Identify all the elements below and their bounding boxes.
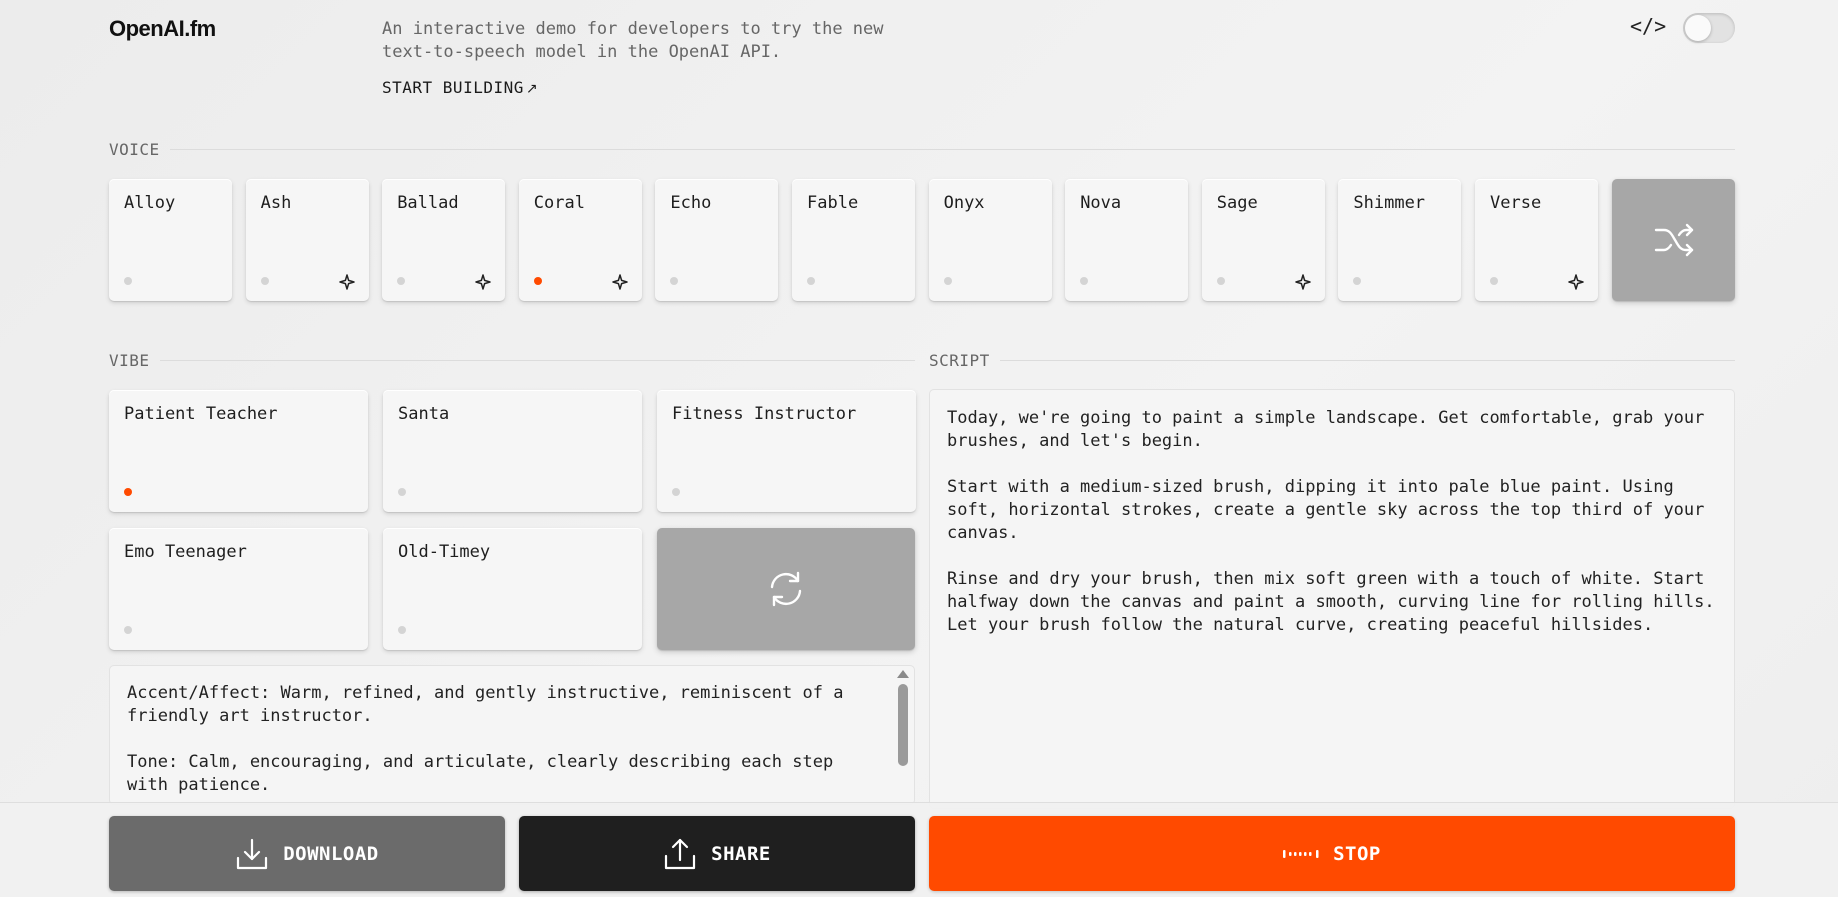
script-textarea[interactable]: Today, we're going to paint a simple lan… (929, 389, 1735, 809)
voice-card-label: Echo (670, 193, 712, 213)
selection-indicator (398, 488, 406, 496)
selection-indicator (260, 277, 269, 285)
sparkle-icon (612, 274, 628, 290)
vibe-description-scrollbar[interactable] (897, 670, 909, 790)
switch-knob (1685, 15, 1711, 41)
script-section-label: SCRIPT (929, 351, 1735, 370)
script-label: SCRIPT (929, 351, 990, 370)
selection-indicator (124, 277, 132, 285)
share-label: SHARE (711, 842, 771, 865)
shuffle-icon (1654, 223, 1693, 257)
selection-indicator (124, 488, 132, 496)
voice-card-label: Coral (533, 193, 585, 213)
voice-card-sage[interactable]: Sage (1201, 179, 1325, 301)
voice-card-verse[interactable]: Verse (1475, 179, 1598, 301)
voice-card-label: Fable (807, 193, 859, 213)
selection-indicator (1353, 277, 1362, 285)
vibe-description-line: Tone: Calm, encouraging, and articulate,… (127, 752, 834, 795)
vibe-card-santa[interactable]: Santa (383, 390, 642, 512)
download-button[interactable]: DOWNLOAD (109, 816, 505, 891)
script-paragraph: Start with a medium-sized brush, dipping… (947, 477, 1705, 543)
selection-indicator (807, 277, 815, 285)
selection-indicator (124, 626, 132, 634)
scroll-up-arrow-icon[interactable] (897, 670, 909, 678)
script-paragraph: Today, we're going to paint a simple lan… (947, 408, 1705, 451)
selection-indicator (1490, 277, 1498, 285)
vibe-card-label: Santa (398, 404, 450, 424)
app-logo[interactable]: OpenAI.fm (109, 16, 216, 42)
voice-card-alloy[interactable]: Alloy (109, 179, 232, 301)
vibe-card-old-timey[interactable]: Old-Timey (383, 528, 642, 650)
waveform-icon (1283, 849, 1319, 858)
sparkle-icon (338, 274, 355, 290)
vibe-card-label: Emo Teenager (124, 542, 247, 562)
vibe-description[interactable]: Accent/Affect: Warm, refined, and gently… (109, 665, 915, 805)
vibe-card-label: Old-Timey (398, 542, 491, 562)
stop-label: STOP (1333, 842, 1381, 865)
selection-indicator (398, 626, 406, 634)
divider (999, 360, 1735, 361)
selection-indicator (1080, 277, 1089, 285)
selection-indicator (1216, 277, 1225, 285)
voice-card-shimmer[interactable]: Shimmer (1338, 179, 1462, 301)
stop-button[interactable]: STOP (929, 816, 1735, 891)
selection-indicator (672, 488, 680, 496)
scrollbar-thumb[interactable] (898, 684, 908, 766)
voice-card-ash[interactable]: Ash (245, 179, 369, 301)
vibe-section-label: VIBE (109, 351, 915, 370)
selection-indicator (397, 277, 406, 285)
refresh-vibes-button[interactable] (657, 528, 915, 650)
sparkle-icon (1295, 274, 1311, 290)
voice-card-label: Sage (1216, 193, 1258, 213)
voice-card-ballad[interactable]: Ballad (382, 179, 506, 301)
arrow-up-right-icon: ↗ (525, 81, 539, 97)
voice-card-label: Ballad (397, 193, 459, 213)
voice-section-label: VOICE (109, 140, 1735, 159)
sparkle-icon (475, 274, 491, 290)
sparkle-icon (1568, 274, 1584, 290)
vibe-label: VIBE (109, 351, 150, 370)
voice-card-fable[interactable]: Fable (792, 179, 915, 301)
start-building-link[interactable]: START BUILDING ↗ (382, 78, 538, 97)
voice-card-label: Onyx (943, 193, 985, 213)
vibe-card-patient-teacher[interactable]: Patient Teacher (109, 390, 368, 512)
voice-card-label: Verse (1490, 193, 1542, 213)
code-toggle-switch[interactable] (1683, 13, 1735, 43)
start-building-label: START BUILDING (382, 78, 524, 97)
tagline: An interactive demo for developers to tr… (382, 19, 884, 62)
voice-card-nova[interactable]: Nova (1065, 179, 1189, 301)
script-paragraph: Rinse and dry your brush, then mix soft … (947, 569, 1715, 635)
vibe-card-label: Patient Teacher (124, 404, 278, 424)
download-label: DOWNLOAD (283, 842, 379, 865)
voice-card-label: Alloy (124, 193, 176, 213)
vibe-card-fitness-instructor[interactable]: Fitness Instructor (657, 390, 916, 512)
voice-card-coral[interactable]: Coral (518, 179, 642, 301)
refresh-icon (770, 571, 802, 607)
voice-card-onyx[interactable]: Onyx (928, 179, 1052, 301)
vibe-description-line: Accent/Affect: Warm, refined, and gently… (127, 683, 844, 726)
voice-card-label: Shimmer (1353, 193, 1426, 213)
vibe-card-label: Fitness Instructor (672, 404, 857, 424)
voice-card-label: Nova (1080, 193, 1122, 213)
selection-indicator (943, 277, 952, 285)
voice-card-echo[interactable]: Echo (655, 179, 779, 301)
selection-indicator (670, 277, 679, 285)
code-icon[interactable]: </> (1630, 14, 1666, 38)
vibe-card-emo-teenager[interactable]: Emo Teenager (109, 528, 368, 650)
shuffle-voice-button[interactable] (1612, 179, 1735, 301)
voice-card-label: Ash (260, 193, 292, 213)
share-icon (665, 838, 696, 869)
divider (159, 360, 915, 361)
share-button[interactable]: SHARE (519, 816, 915, 891)
download-icon (237, 838, 268, 869)
voice-label: VOICE (109, 140, 160, 159)
divider (169, 149, 1735, 150)
selection-indicator (533, 277, 542, 285)
